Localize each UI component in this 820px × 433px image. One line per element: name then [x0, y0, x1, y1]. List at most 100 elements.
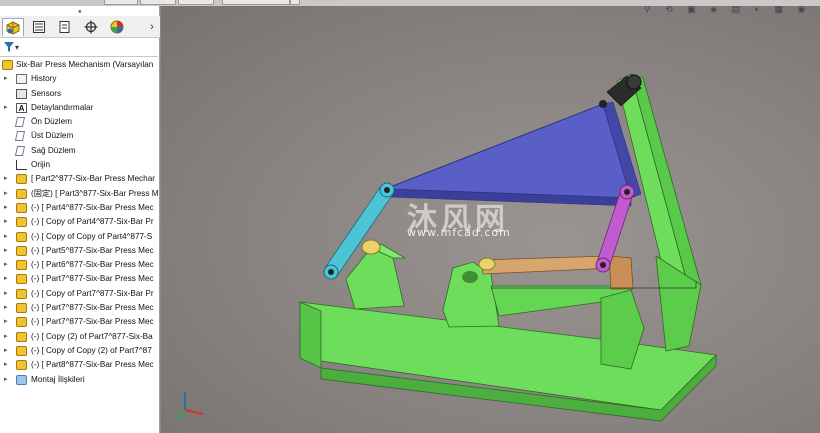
- expand-arrow-icon[interactable]: ▸: [4, 258, 8, 272]
- tree-item-annotations[interactable]: ▸ A Detaylandırmalar: [0, 101, 160, 115]
- expand-arrow-icon[interactable]: ▸: [4, 215, 8, 229]
- tree-item-part[interactable]: ▸ [ Part2^877-Six-Bar Press Mechar: [0, 172, 160, 186]
- tree-item-part[interactable]: ▸ (-) [ Copy of Copy of Part4^877-S: [0, 230, 160, 244]
- pin-icon: [328, 269, 334, 275]
- tree-item-right-plane[interactable]: Sağ Düzlem: [0, 144, 160, 158]
- part-icon: [16, 303, 27, 314]
- bushing: [478, 257, 496, 271]
- top-tab[interactable]: [140, 0, 176, 5]
- top-tab[interactable]: [104, 0, 138, 5]
- tree-item-mates[interactable]: ▸ Montaj İlişkileri: [0, 373, 160, 387]
- tree-item-label: (-) [ Part8^877-Six-Bar Press Mec: [31, 360, 154, 370]
- tree-item-label: (-) [ Part6^877-Six-Bar Press Mec: [31, 260, 154, 270]
- tree-item-label: Orijin: [31, 160, 51, 170]
- part-icon: [16, 345, 27, 356]
- more-tabs-button[interactable]: ›: [146, 18, 158, 36]
- tree-item-history[interactable]: ▸ History: [0, 72, 160, 86]
- expand-arrow-icon[interactable]: ▸: [4, 101, 8, 115]
- tree-item-part[interactable]: ▸ (-) [ Part6^877-Six-Bar Press Mec: [0, 258, 160, 272]
- configuration-manager-icon: [59, 21, 70, 33]
- tree-item-part[interactable]: ▸ (固定) [ Part3^877-Six-Bar Press M: [0, 187, 160, 201]
- tree-item-label: Montaj İlişkileri: [31, 374, 85, 384]
- display-manager-tab[interactable]: [106, 18, 128, 36]
- tree-item-label: Sensors: [31, 88, 62, 98]
- filter-row: ▾: [0, 40, 160, 58]
- expand-arrow-icon[interactable]: ▸: [4, 344, 8, 358]
- part-icon: [16, 274, 27, 285]
- tree-item-top-plane[interactable]: Üst Düzlem: [0, 129, 160, 143]
- tree-item-part[interactable]: ▸ (-) [ Part8^877-Six-Bar Press Mec: [0, 358, 160, 372]
- tree-item-label: (-) [ Part4^877-Six-Bar Press Mec: [31, 202, 154, 212]
- tree-item-front-plane[interactable]: Ön Düzlem: [0, 115, 160, 129]
- expand-arrow-icon[interactable]: ▸: [4, 287, 8, 301]
- part-icon: [16, 174, 27, 185]
- expand-arrow-icon[interactable]: ▸: [4, 373, 8, 387]
- coordinate-triad-icon: [176, 392, 204, 421]
- expand-arrow-icon[interactable]: ▸: [4, 172, 8, 186]
- tree-item-label: Detaylandırmalar: [31, 102, 94, 112]
- tree-root-assembly[interactable]: Six-Bar Press Mechanism (Varsayılan: [0, 58, 160, 72]
- expand-arrow-icon[interactable]: ▸: [4, 358, 8, 372]
- graphics-viewport[interactable]: ⚲ ⟲ ▣ ◈ ▤ ◐ ▦ ◉ ◆ ▭: [161, 6, 820, 433]
- plane-icon: [14, 145, 26, 156]
- part-icon: [16, 231, 27, 242]
- expand-arrow-icon[interactable]: ▸: [4, 230, 8, 244]
- pin-icon: [384, 187, 390, 193]
- tree-item-part[interactable]: ▸ (-) [ Copy of Copy (2) of Part7^87: [0, 344, 160, 358]
- tree-item-part[interactable]: ▸ (-) [ Copy (2) of Part7^877-Six-Ba: [0, 330, 160, 344]
- tree-item-origin[interactable]: Orijin: [0, 158, 160, 172]
- tree-item-label: (-) [ Part7^877-Six-Bar Press Mec: [31, 274, 154, 284]
- top-pivot-end: [626, 74, 642, 90]
- part-icon: [16, 202, 27, 213]
- origin-icon: [16, 160, 27, 171]
- panel-grip[interactable]: ⦁: [78, 8, 82, 16]
- crosshair-icon: [84, 20, 98, 34]
- expand-arrow-icon[interactable]: ▸: [4, 244, 8, 258]
- tree-item-sensors[interactable]: Sensors: [0, 87, 160, 101]
- expand-arrow-icon[interactable]: ▸: [4, 187, 8, 201]
- tree-item-label: (-) [ Copy of Part7^877-Six-Bar Pr: [31, 288, 154, 298]
- expand-arrow-icon[interactable]: ▸: [4, 315, 8, 329]
- tree-item-part[interactable]: ▸ (-) [ Part5^877-Six-Bar Press Mec: [0, 244, 160, 258]
- slider-block[interactable]: [608, 255, 634, 290]
- filter-dropdown-caret[interactable]: ▾: [15, 43, 19, 52]
- expand-arrow-icon[interactable]: ▸: [4, 72, 8, 86]
- part-icon: [16, 245, 27, 256]
- top-tab[interactable]: [290, 0, 300, 5]
- part-icon: [16, 260, 27, 271]
- tree-item-part[interactable]: ▸ (-) [ Part7^877-Six-Bar Press Mec: [0, 315, 160, 329]
- tree-item-label: (固定) [ Part3^877-Six-Bar Press M: [31, 188, 159, 198]
- pin-icon: [624, 189, 630, 195]
- mates-icon: [16, 374, 27, 385]
- tree-item-part[interactable]: ▸ (-) [ Copy of Part7^877-Six-Bar Pr: [0, 287, 160, 301]
- configuration-manager-tab[interactable]: [54, 18, 76, 36]
- tree-item-part[interactable]: ▸ (-) [ Part7^877-Six-Bar Press Mec: [0, 301, 160, 315]
- tree-item-part[interactable]: ▸ (-) [ Part7^877-Six-Bar Press Mec: [0, 272, 160, 286]
- tree-item-label: (-) [ Copy of Copy of Part4^877-S: [31, 231, 153, 241]
- tree-item-part[interactable]: ▸ (-) [ Copy of Part4^877-Six-Bar Pr: [0, 215, 160, 229]
- tree-item-label: Ön Düzlem: [31, 117, 72, 127]
- tree-item-part[interactable]: ▸ (-) [ Part4^877-Six-Bar Press Mec: [0, 201, 160, 215]
- expand-arrow-icon[interactable]: ▸: [4, 201, 8, 215]
- triangle-link[interactable]: [384, 103, 632, 199]
- tree-item-label: (-) [ Part5^877-Six-Bar Press Mec: [31, 245, 154, 255]
- property-manager-tab[interactable]: [28, 18, 50, 36]
- filter-icon[interactable]: [3, 41, 15, 56]
- plane-icon: [14, 117, 26, 128]
- feature-manager-icon: [6, 20, 20, 35]
- expand-arrow-icon[interactable]: ▸: [4, 301, 8, 315]
- tree-item-label: (-) [ Copy of Copy (2) of Part7^87: [31, 345, 152, 355]
- pin-icon: [599, 100, 607, 108]
- plane-icon: [14, 131, 26, 142]
- part-icon: [16, 317, 27, 328]
- top-tab[interactable]: [222, 0, 290, 5]
- expand-arrow-icon[interactable]: ▸: [4, 330, 8, 344]
- dimxpert-manager-tab[interactable]: [80, 18, 102, 36]
- slider-rod[interactable]: [480, 255, 614, 275]
- pin-icon: [600, 262, 606, 268]
- top-tab[interactable]: [178, 0, 214, 5]
- tree-item-label: Üst Düzlem: [31, 131, 74, 141]
- panel-toolbar: ›: [0, 16, 160, 38]
- expand-arrow-icon[interactable]: ▸: [4, 272, 8, 286]
- feature-manager-tab[interactable]: [2, 18, 24, 36]
